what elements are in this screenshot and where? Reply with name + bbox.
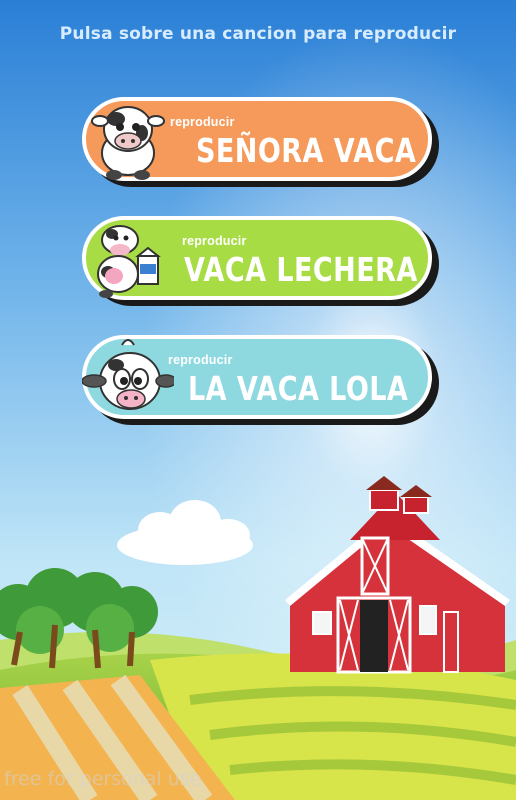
watermark-text: free for personal use [4,768,202,790]
play-label: reproducir [182,234,247,248]
cow-face-icon [91,106,165,180]
song-title: VACA LECHERA [184,250,418,289]
play-label: reproducir [170,115,235,129]
play-vaca-lechera-button[interactable]: reproducir VACA LECHERA [82,216,432,300]
cow-with-milk-icon [97,225,161,298]
play-la-vaca-lola-button[interactable]: reproducir LA VACA LOLA [82,335,432,419]
song-title: LA VACA LOLA [188,369,409,408]
play-label: reproducir [168,353,233,367]
instruction-text: Pulsa sobre una cancion para reproducir [59,24,457,44]
cartoon-cow-head-icon [82,339,174,410]
song-title: SEÑORA VACA [196,131,417,170]
play-senora-vaca-button[interactable]: reproducir SEÑORA VACA [82,97,432,181]
